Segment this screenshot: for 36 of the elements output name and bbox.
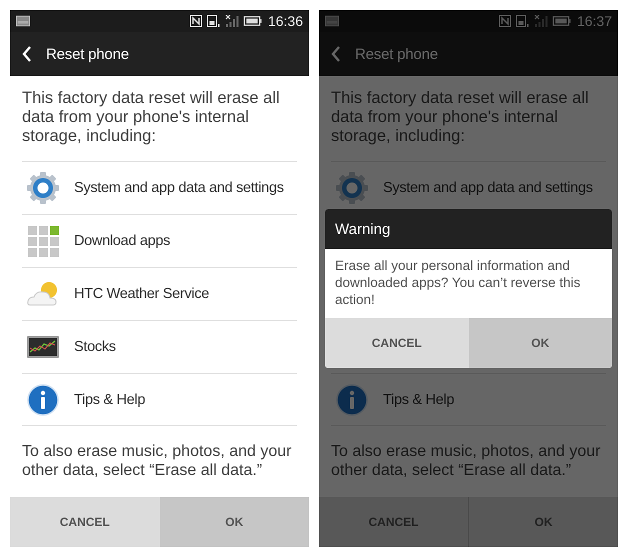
screen-title: Reset phone: [355, 46, 438, 62]
image-icon: [325, 15, 339, 27]
sim-card-icon: [206, 15, 221, 27]
signal-icon: [224, 15, 239, 27]
nfc-icon: [188, 15, 203, 27]
list-item: HTC Weather Service: [22, 267, 297, 320]
gear-icon: [26, 171, 60, 205]
list-item: Tips & Help: [22, 373, 297, 426]
dialog-message: Erase all your personal information and downloaded apps? You can’t reverse this action!: [334, 257, 582, 309]
battery-icon: [242, 15, 262, 27]
battery-icon: [552, 15, 571, 27]
note-text: To also erase music, photos, and your other data, select “Erase all data.”: [331, 442, 602, 480]
list-item: Download apps: [22, 214, 297, 267]
screen-title: Reset phone: [46, 46, 129, 62]
note-text: To also erase music, photos, and your other data, select “Erase all data.”: [22, 442, 292, 480]
sim-card-icon: [516, 15, 530, 27]
action-button[interactable]: OK: [160, 497, 309, 547]
dialog-button[interactable]: OK: [468, 318, 612, 368]
clock-time: 16:36: [268, 13, 303, 29]
dialog-button[interactable]: CANCEL: [325, 318, 468, 368]
signal-icon: [534, 15, 548, 27]
gear-icon: [335, 171, 369, 205]
action-button[interactable]: CANCEL: [10, 497, 160, 547]
list-item: System and app data and settings: [22, 161, 297, 214]
list-item: Stocks: [22, 320, 297, 373]
nfc-icon: [498, 15, 512, 27]
list-item: Tips & Help: [331, 373, 606, 426]
app-grid-icon: [26, 224, 60, 258]
back-icon[interactable]: [22, 46, 32, 62]
description-text: This factory data reset will erase all data from your phone's internal storage, including:: [331, 89, 590, 147]
clock-time: 16:37: [576, 13, 612, 29]
image-icon: [16, 15, 30, 27]
dialog-title: Warning: [325, 209, 612, 249]
info-icon: [26, 382, 60, 416]
info-icon: [335, 382, 369, 416]
description-text: This factory data reset will erase all data from your phone's internal storage, including:: [22, 89, 281, 147]
